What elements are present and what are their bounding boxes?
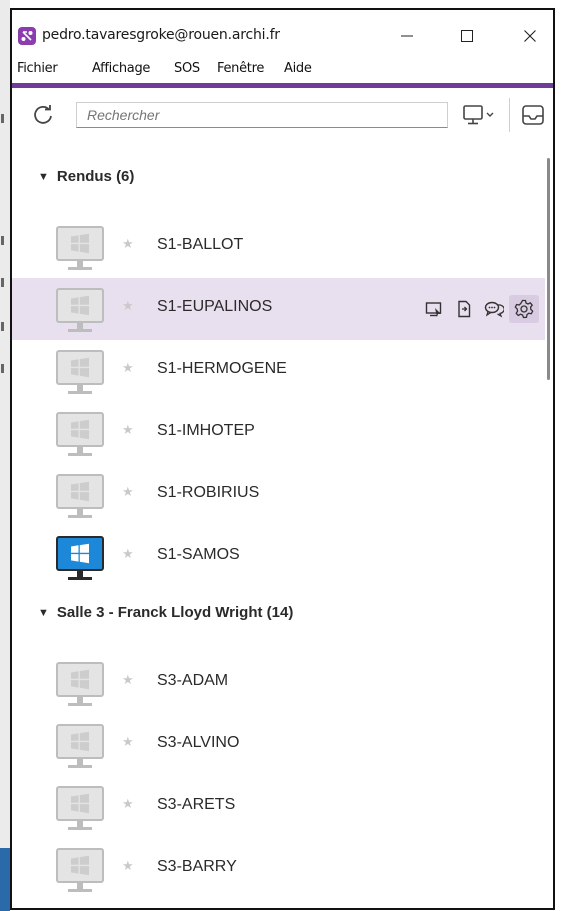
computer-row[interactable]: ★ S3-BARRY — [12, 838, 545, 900]
computer-name: S3-ARETS — [157, 796, 236, 813]
menu-aide[interactable]: Aide — [284, 61, 312, 76]
computer-offline-icon — [56, 474, 104, 518]
expand-triangle-icon[interactable]: ▼ — [38, 171, 49, 183]
favorite-star-icon[interactable]: ★ — [122, 672, 134, 688]
computer-online-icon — [56, 536, 104, 580]
settings-button[interactable] — [509, 295, 539, 323]
inbox-tray-icon — [522, 105, 544, 125]
computer-name: S1-EUPALINOS — [157, 298, 273, 315]
computer-name: S1-SAMOS — [157, 546, 240, 563]
computer-icon — [54, 722, 106, 772]
remote-control-icon — [425, 302, 442, 317]
group-title: Rendus (6) — [56, 168, 135, 185]
computer-icon — [54, 472, 106, 522]
row-actions — [419, 295, 539, 323]
computer-row[interactable]: ★ S1-IMHOTEP — [12, 402, 545, 464]
computer-row[interactable]: ★ S3-ALVINO — [12, 714, 545, 776]
maximize-icon — [461, 30, 473, 42]
group-header[interactable]: ▼ Rendus (6) — [38, 168, 134, 185]
background-text-fragment — [1, 278, 4, 287]
file-transfer-icon — [458, 300, 471, 318]
computer-name: S3-ALVINO — [157, 734, 240, 751]
computer-icon — [54, 224, 106, 274]
maximize-button[interactable] — [452, 23, 482, 49]
close-icon — [524, 30, 536, 42]
computer-list: ▼ Rendus (6) ★ S1-BALLOT ★ S1-EUPALINOS ★ S1-HE… — [12, 138, 553, 908]
computer-row[interactable]: ★ S1-EUPALINOS — [12, 278, 545, 340]
menu-bar: Fichier Affichage SOS Fenêtre Aide — [12, 60, 553, 82]
scrollbar[interactable] — [547, 158, 550, 380]
background-taskbar-fragment — [0, 848, 10, 911]
close-button[interactable] — [515, 23, 545, 49]
title-bar[interactable]: pedro.tavaresgroke@rouen.archi.fr — [12, 10, 553, 60]
menu-sos[interactable]: SOS — [174, 61, 200, 76]
computer-offline-icon — [56, 288, 104, 332]
search-input[interactable] — [76, 102, 448, 128]
favorite-star-icon[interactable]: ★ — [122, 422, 134, 438]
background-text-fragment — [1, 114, 4, 123]
computer-icon — [54, 784, 106, 834]
chat-button[interactable] — [479, 295, 509, 323]
computer-name: S3-ADAM — [157, 672, 229, 689]
background-text-fragment — [1, 364, 4, 373]
computer-icon — [54, 410, 106, 460]
favorite-star-icon[interactable]: ★ — [122, 360, 134, 376]
background-window-edge — [0, 0, 10, 911]
computer-row[interactable]: ★ S1-BALLOT — [12, 216, 545, 278]
favorite-star-icon[interactable]: ★ — [122, 484, 134, 500]
computer-icon — [54, 846, 106, 896]
computer-offline-icon — [56, 848, 104, 892]
computer-row[interactable]: ★ S3-ARETS — [12, 776, 545, 838]
toolbar-separator — [509, 98, 510, 132]
expand-triangle-icon[interactable]: ▼ — [38, 607, 49, 619]
app-logo-icon — [18, 27, 36, 45]
toolbar — [12, 88, 553, 138]
computer-offline-icon — [56, 786, 104, 830]
favorite-star-icon[interactable]: ★ — [122, 858, 134, 874]
computer-offline-icon — [56, 412, 104, 456]
minimize-button[interactable] — [392, 23, 422, 49]
settings-icon — [514, 299, 534, 319]
background-text-fragment — [1, 236, 4, 245]
group-title: Salle 3 - Franck Lloyd Wright (14) — [56, 604, 294, 621]
refresh-button[interactable] — [32, 104, 54, 126]
menu-fenetre[interactable]: Fenêtre — [217, 61, 264, 76]
favorite-star-icon[interactable]: ★ — [122, 546, 134, 562]
computer-name: S3-BARRY — [157, 858, 237, 875]
file-transfer-button[interactable] — [449, 295, 479, 323]
computer-row[interactable]: ★ S1-ROBIRIUS — [12, 464, 545, 526]
refresh-icon — [34, 105, 52, 124]
background-text-fragment — [1, 322, 4, 331]
computer-offline-icon — [56, 226, 104, 270]
favorite-star-icon[interactable]: ★ — [122, 236, 134, 252]
computer-name: S1-BALLOT — [157, 236, 244, 253]
computer-name: S1-ROBIRIUS — [157, 484, 260, 501]
computer-icon — [54, 286, 106, 336]
computer-row[interactable]: ★ S1-SAMOS — [12, 526, 545, 588]
remote-control-button[interactable] — [419, 295, 449, 323]
computer-offline-icon — [56, 662, 104, 706]
favorite-star-icon[interactable]: ★ — [122, 298, 134, 314]
favorite-star-icon[interactable]: ★ — [122, 796, 134, 812]
inbox-button[interactable] — [519, 102, 547, 128]
chat-icon — [484, 301, 504, 318]
minimize-icon — [401, 35, 413, 37]
computer-row[interactable]: ★ S1-HERMOGENE — [12, 340, 545, 402]
computer-row[interactable]: ★ S3-ADAM — [12, 652, 545, 714]
view-mode-dropdown[interactable] — [460, 102, 500, 128]
group-header[interactable]: ▼ Salle 3 - Franck Lloyd Wright (14) — [38, 604, 293, 621]
favorite-star-icon[interactable]: ★ — [122, 734, 134, 750]
monitor-dropdown-icon — [463, 105, 494, 125]
window-title: pedro.tavaresgroke@rouen.archi.fr — [42, 27, 280, 43]
computer-icon — [54, 660, 106, 710]
computer-icon — [54, 348, 106, 398]
computer-offline-icon — [56, 724, 104, 768]
menu-fichier[interactable]: Fichier — [17, 61, 58, 76]
computer-icon — [54, 534, 106, 584]
computer-offline-icon — [56, 350, 104, 394]
app-window: pedro.tavaresgroke@rouen.archi.fr Fichie… — [10, 8, 555, 910]
computer-name: S1-HERMOGENE — [157, 360, 287, 377]
menu-affichage[interactable]: Affichage — [92, 61, 150, 76]
computer-name: S1-IMHOTEP — [157, 422, 255, 439]
